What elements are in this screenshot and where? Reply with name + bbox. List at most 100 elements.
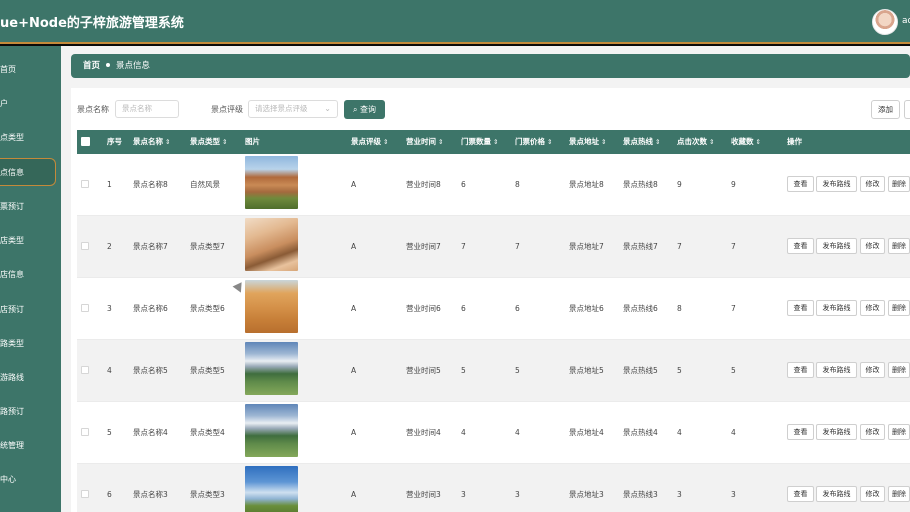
table-row: 4 景点名称5 景点类型5 A 营业时间5 5 5 景点地址5 景点热线5 5 5 查看 发布路线 修改删… xyxy=(77,340,910,402)
cell-type: 自然风景 xyxy=(190,180,220,189)
sidebar-item-center[interactable]: 中心 xyxy=(0,466,61,494)
sidebar-item-route-types[interactable]: 路类型 xyxy=(0,330,61,358)
sort-icon: ⇕ xyxy=(493,138,499,146)
delete-button[interactable]: 删除 xyxy=(888,176,910,192)
sidebar-item-hotel-types[interactable]: 店类型 xyxy=(0,227,61,255)
spot-image-snow-mountain-yurts[interactable] xyxy=(245,404,298,457)
edit-button[interactable]: 修改 xyxy=(860,424,885,440)
publish-route-button[interactable]: 发布路线 xyxy=(816,238,857,254)
bulk-delete-button[interactable] xyxy=(904,100,910,119)
sidebar-item-spot-info[interactable]: 点信息 xyxy=(0,158,56,186)
cell-favs: 7 xyxy=(731,242,736,251)
cell-qty: 7 xyxy=(461,242,466,251)
cell-address: 景点地址6 xyxy=(569,304,604,313)
edit-button[interactable]: 修改 xyxy=(860,238,885,254)
col-qty[interactable]: 门票数量 ⇕ xyxy=(461,130,498,154)
cell-hotline: 景点热线5 xyxy=(623,366,658,375)
sidebar-item-tour-routes[interactable]: 游路线 xyxy=(0,364,61,392)
edit-button[interactable]: 修改 xyxy=(860,362,885,378)
delete-button[interactable]: 删除 xyxy=(888,238,910,254)
sidebar-item-spot-types[interactable]: 点类型 xyxy=(0,124,61,152)
cell-qty: 3 xyxy=(461,490,466,499)
edit-button[interactable]: 修改 xyxy=(860,176,885,192)
user-avatar[interactable] xyxy=(872,9,898,35)
publish-route-button[interactable]: 发布路线 xyxy=(816,300,857,316)
sidebar-item-system[interactable]: 统管理 xyxy=(0,432,61,460)
breadcrumb-home[interactable]: 首页 xyxy=(83,61,100,71)
cell-type: 景点类型4 xyxy=(190,428,225,437)
rating-filter-label: 景点评级 xyxy=(211,105,243,114)
row-checkbox[interactable] xyxy=(81,366,89,374)
cell-clicks: 7 xyxy=(677,242,682,251)
select-all-checkbox[interactable] xyxy=(81,137,90,146)
cell-index: 6 xyxy=(107,490,112,499)
cell-rating: A xyxy=(351,490,357,499)
sort-icon: ⇕ xyxy=(165,138,171,146)
cell-hotline: 景点热线8 xyxy=(623,180,658,189)
col-rating[interactable]: 景点评级 ⇕ xyxy=(351,130,388,154)
row-checkbox[interactable] xyxy=(81,304,89,312)
sidebar-item-ticket-booking[interactable]: 票预订 xyxy=(0,193,61,221)
cell-address: 景点地址4 xyxy=(569,428,604,437)
sidebar-item-hotel-booking[interactable]: 店预订 xyxy=(0,296,61,324)
col-address[interactable]: 景点地址 ⇕ xyxy=(569,130,606,154)
col-hotline[interactable]: 景点热线 ⇕ xyxy=(623,130,660,154)
spot-image-grassland-sky[interactable] xyxy=(245,466,298,512)
spot-image-snow-mountain-yurts[interactable] xyxy=(245,342,298,395)
row-checkbox[interactable] xyxy=(81,180,89,188)
col-price[interactable]: 门票价格 ⇕ xyxy=(515,130,552,154)
delete-button[interactable]: 删除 xyxy=(888,424,910,440)
publish-route-button[interactable]: 发布路线 xyxy=(816,176,857,192)
col-clicks[interactable]: 点击次数 ⇕ xyxy=(677,130,714,154)
cell-price: 3 xyxy=(515,490,520,499)
cell-price: 4 xyxy=(515,428,520,437)
rating-select[interactable]: 请选择景点评级 ⌄ xyxy=(248,100,338,118)
publish-route-button[interactable]: 发布路线 xyxy=(816,362,857,378)
table-row: 5 景点名称4 景点类型4 A 营业时间4 4 4 景点地址4 景点热线4 4 4 查看 发布路线 修改删… xyxy=(77,402,910,464)
row-checkbox[interactable] xyxy=(81,242,89,250)
query-button[interactable]: ⌕ 查询 xyxy=(344,100,385,119)
delete-button[interactable]: 删除 xyxy=(888,486,910,502)
sidebar-item-route-booking[interactable]: 路预订 xyxy=(0,398,61,426)
edit-button[interactable]: 修改 xyxy=(860,486,885,502)
cell-price: 6 xyxy=(515,304,520,313)
cell-index: 3 xyxy=(107,304,112,313)
spot-image-desert-sand[interactable] xyxy=(245,280,298,333)
sidebar-item-hotel-info[interactable]: 店信息 xyxy=(0,261,61,289)
cell-name: 景点名称3 xyxy=(133,490,168,499)
view-button[interactable]: 查看 xyxy=(787,300,814,316)
cell-name: 景点名称6 xyxy=(133,304,168,313)
breadcrumb-current: 景点信息 xyxy=(116,61,151,71)
col-favs[interactable]: 收藏数 ⇕ xyxy=(731,130,761,154)
col-name[interactable]: 景点名称 ⇕ xyxy=(133,130,170,154)
publish-route-button[interactable]: 发布路线 xyxy=(816,486,857,502)
publish-route-button[interactable]: 发布路线 xyxy=(816,424,857,440)
delete-button[interactable]: 删除 xyxy=(888,300,910,316)
name-search-input[interactable]: 景点名称 xyxy=(115,100,179,118)
cell-type: 景点类型7 xyxy=(190,242,225,251)
delete-button[interactable]: 删除 xyxy=(888,362,910,378)
cell-favs: 3 xyxy=(731,490,736,499)
query-button-label: 查询 xyxy=(360,105,377,114)
cell-hours: 营业时间3 xyxy=(406,490,441,499)
view-button[interactable]: 查看 xyxy=(787,362,814,378)
view-button[interactable]: 查看 xyxy=(787,486,814,502)
edit-button[interactable]: 修改 xyxy=(860,300,885,316)
view-button[interactable]: 查看 xyxy=(787,424,814,440)
spot-image-desert-dunes[interactable] xyxy=(245,218,298,271)
sort-icon: ⇕ xyxy=(222,138,228,146)
view-button[interactable]: 查看 xyxy=(787,176,814,192)
view-button[interactable]: 查看 xyxy=(787,238,814,254)
sidebar-item-users[interactable]: 户 xyxy=(0,90,61,118)
cell-address: 景点地址7 xyxy=(569,242,604,251)
breadcrumb-separator xyxy=(106,63,111,67)
col-type[interactable]: 景点类型 ⇕ xyxy=(190,130,227,154)
cell-clicks: 8 xyxy=(677,304,682,313)
sidebar-item-home[interactable]: 首页 xyxy=(0,56,61,84)
spot-image-canyon-landscape[interactable] xyxy=(245,156,298,209)
col-hours[interactable]: 营业时间 ⇕ xyxy=(406,130,443,154)
user-name[interactable]: ad xyxy=(902,16,910,26)
row-checkbox[interactable] xyxy=(81,490,89,498)
row-checkbox[interactable] xyxy=(81,428,89,436)
add-button[interactable]: 添加 xyxy=(871,100,900,119)
